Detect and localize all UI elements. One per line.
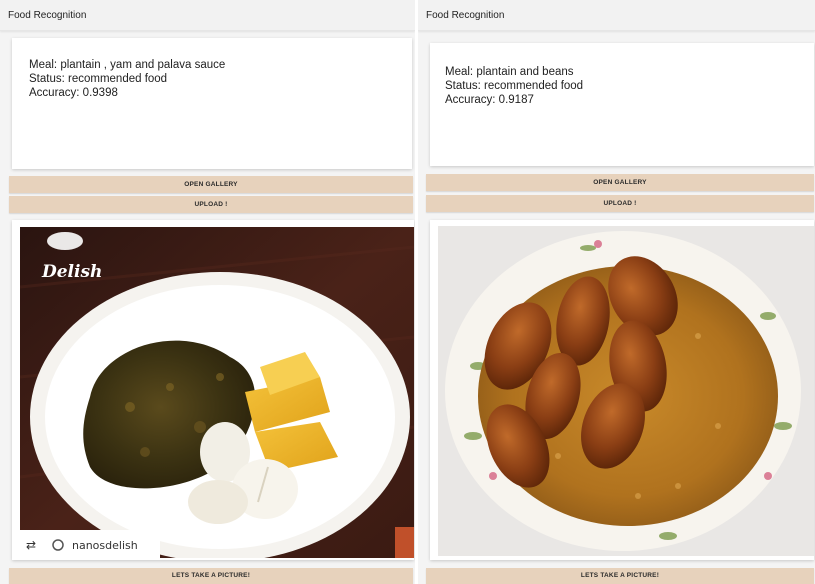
upload-button[interactable]: UPLOAD ! xyxy=(9,196,413,213)
result-card: Meal: plantain and beans Status: recomme… xyxy=(430,43,814,166)
food-image-frame xyxy=(430,220,814,560)
result-card: Meal: plantain , yam and palava sauce St… xyxy=(12,38,412,169)
accuracy-label: Accuracy: 0.9187 xyxy=(445,94,534,106)
logo-text: Delish xyxy=(41,262,102,282)
svg-text:⇄: ⇄ xyxy=(26,538,36,552)
result-text: Meal: plantain , yam and palava sauce St… xyxy=(29,58,225,100)
open-gallery-button[interactable]: OPEN GALLERY xyxy=(426,174,814,191)
take-picture-button[interactable]: LETS TAKE A PICTURE! xyxy=(9,568,413,584)
status-label: Status: recommended food xyxy=(29,73,168,85)
screen-left: Food Recognition Meal: plantain , yam an… xyxy=(0,0,415,584)
result-text: Meal: plantain and beans Status: recomme… xyxy=(445,65,583,107)
upload-button[interactable]: UPLOAD ! xyxy=(426,195,814,212)
screen-right: Food Recognition Meal: plantain and bean… xyxy=(418,0,815,584)
app-bar-title: Food Recognition xyxy=(418,0,815,31)
meal-label: Meal: plantain and beans xyxy=(445,66,574,78)
food-image-plantain-yam-palava: Delish ⇄ nanosdelish xyxy=(20,227,414,558)
meal-label: Meal: plantain , yam and palava sauce xyxy=(29,59,226,71)
accuracy-label: Accuracy: 0.9398 xyxy=(29,87,118,99)
food-image-plantain-beans xyxy=(438,226,814,556)
food-image-frame: Delish ⇄ nanosdelish xyxy=(12,220,414,560)
app-bar-title: Food Recognition xyxy=(0,0,415,31)
take-picture-button[interactable]: LETS TAKE A PICTURE! xyxy=(426,568,814,584)
watermark-handle: nanosdelish xyxy=(72,539,138,552)
open-gallery-button[interactable]: OPEN GALLERY xyxy=(9,176,413,193)
status-label: Status: recommended food xyxy=(445,80,584,92)
